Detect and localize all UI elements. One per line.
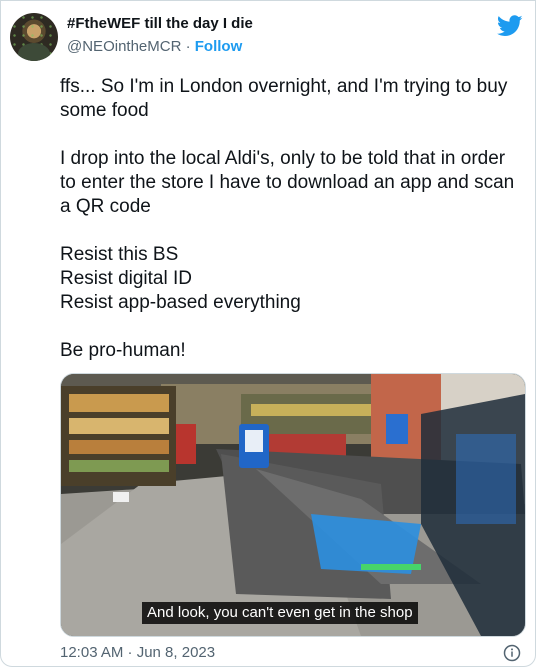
info-icon[interactable] xyxy=(503,644,521,662)
tweet-text: ffs... So I'm in London overnight, and I… xyxy=(60,76,515,361)
author-handle-row: @NEOintheMCR · Follow xyxy=(67,38,242,55)
video-caption: And look, you can't even get in the shop xyxy=(142,602,418,624)
avatar[interactable] xyxy=(10,13,58,61)
tweet-video[interactable] xyxy=(60,373,526,637)
twitter-bird-icon[interactable] xyxy=(497,15,523,37)
follow-button[interactable]: Follow xyxy=(195,38,243,55)
author-handle[interactable]: @NEOintheMCR xyxy=(67,38,181,55)
tweet-timestamp[interactable]: 12:03 AM · Jun 8, 2023 xyxy=(60,644,215,661)
separator-dot: · xyxy=(185,38,191,55)
video-frame xyxy=(61,374,525,636)
author-display-name[interactable]: #FtheWEF till the day I die xyxy=(67,15,253,32)
tweet-card: #FtheWEF till the day I die @NEOintheMCR… xyxy=(0,0,536,667)
